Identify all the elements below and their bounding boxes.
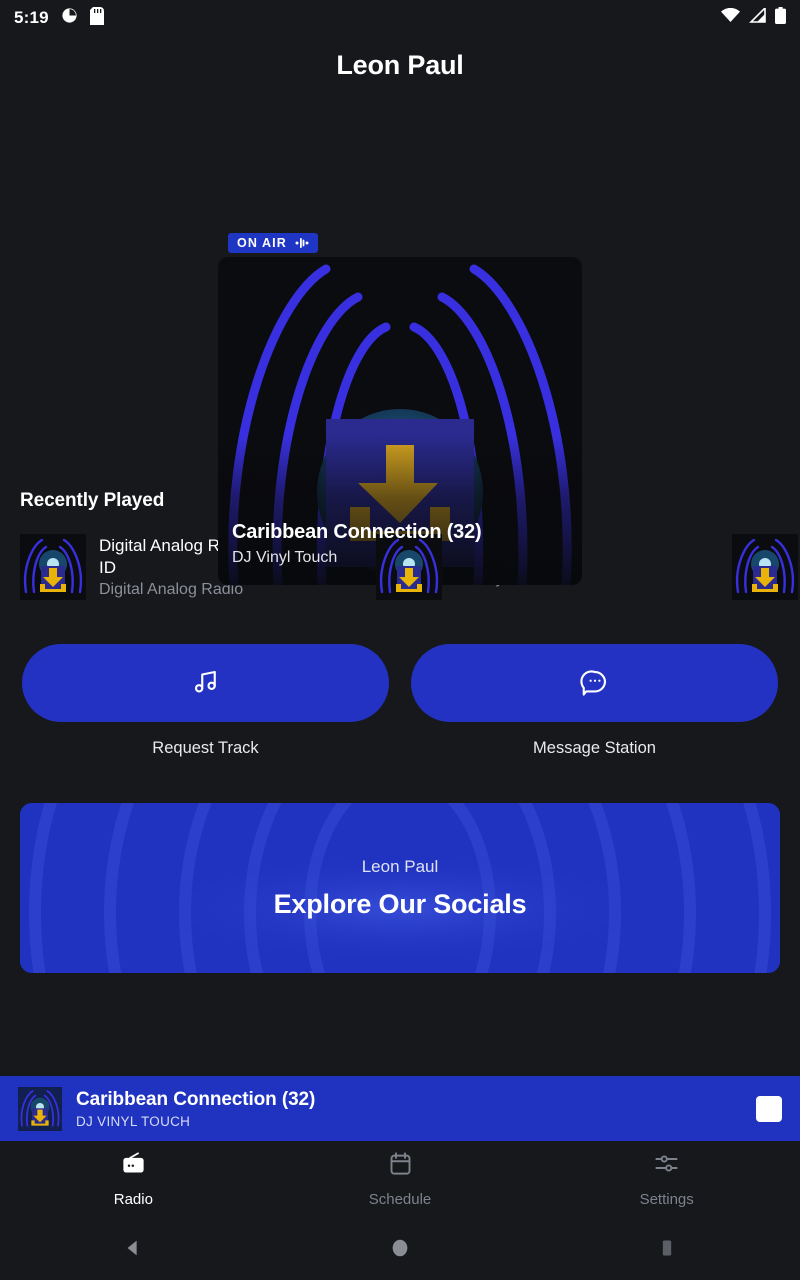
mini-player-title: Caribbean Connection (32) xyxy=(76,1088,316,1110)
request-track-label: Request Track xyxy=(152,739,259,757)
request-track-button[interactable] xyxy=(22,644,389,722)
back-button[interactable] xyxy=(88,1237,178,1259)
mini-player-artist: DJ VINYL TOUCH xyxy=(76,1113,191,1129)
status-bar-time: 5:19 xyxy=(14,8,49,27)
track-thumbnail xyxy=(20,534,86,600)
tab-settings-label: Settings xyxy=(639,1190,694,1208)
track-thumbnail xyxy=(732,534,798,600)
page-title: Leon Paul xyxy=(336,49,464,80)
home-button[interactable] xyxy=(355,1237,445,1259)
socials-subtitle: Leon Paul xyxy=(361,856,439,876)
tab-radio[interactable]: Radio xyxy=(0,1150,267,1208)
now-playing-artwork[interactable]: Caribbean Connection (32) DJ Vinyl Touch xyxy=(218,257,582,585)
broadcast-icon xyxy=(295,237,309,249)
status-bar: 5:19 xyxy=(0,0,800,36)
message-station-action: Message Station xyxy=(411,644,778,758)
request-track-action: Request Track xyxy=(22,644,389,758)
android-system-nav xyxy=(0,1216,800,1280)
status-bar-left: 5:19 xyxy=(14,6,104,30)
socials-heading: Explore Our Socials xyxy=(273,888,527,919)
now-playing-artwork-section: ON AIR Caribbean Connection (32) DJ Viny… xyxy=(0,94,800,585)
artwork-text: Caribbean Connection (32) DJ Vinyl Touch xyxy=(232,521,568,567)
explore-socials-card[interactable]: Leon Paul Explore Our Socials xyxy=(20,803,780,973)
sliders-icon xyxy=(653,1150,680,1182)
calendar-icon xyxy=(387,1150,414,1182)
wifi-icon xyxy=(721,7,740,28)
recents-button[interactable] xyxy=(622,1237,712,1259)
status-bar-right xyxy=(721,6,786,29)
app-header: Leon Paul xyxy=(0,36,800,94)
tab-schedule[interactable]: Schedule xyxy=(267,1150,534,1208)
sd-card-icon xyxy=(89,6,104,30)
chat-bubble-icon xyxy=(579,667,610,700)
cellular-signal-icon xyxy=(749,6,766,28)
tab-schedule-label: Schedule xyxy=(368,1190,432,1208)
mini-player-thumbnail xyxy=(18,1086,62,1131)
stop-button[interactable] xyxy=(756,1095,782,1122)
socials-text: Leon Paul Explore Our Socials xyxy=(20,803,780,973)
list-item[interactable]: This Loves For R Shanice xyxy=(732,534,800,600)
chart-pie-icon xyxy=(61,7,78,29)
artwork-track-artist: DJ Vinyl Touch xyxy=(232,549,338,566)
message-station-button[interactable] xyxy=(411,644,778,722)
action-buttons: Request Track Message Station xyxy=(0,644,800,758)
battery-icon xyxy=(775,7,786,29)
on-air-badge: ON AIR xyxy=(228,233,318,253)
tab-radio-label: Radio xyxy=(113,1190,153,1208)
artwork-track-title: Caribbean Connection (32) xyxy=(232,521,482,543)
on-air-label: ON AIR xyxy=(237,236,287,250)
music-note-icon xyxy=(191,667,221,700)
radio-icon xyxy=(120,1150,147,1182)
message-station-label: Message Station xyxy=(533,739,656,757)
mini-player-meta: Caribbean Connection (32) DJ VINYL TOUCH xyxy=(76,1089,756,1129)
tab-settings[interactable]: Settings xyxy=(533,1150,800,1208)
mini-player-bar[interactable]: Caribbean Connection (32) DJ VINYL TOUCH xyxy=(0,1076,800,1141)
bottom-navigation: Radio Schedule Settings xyxy=(0,1141,800,1216)
